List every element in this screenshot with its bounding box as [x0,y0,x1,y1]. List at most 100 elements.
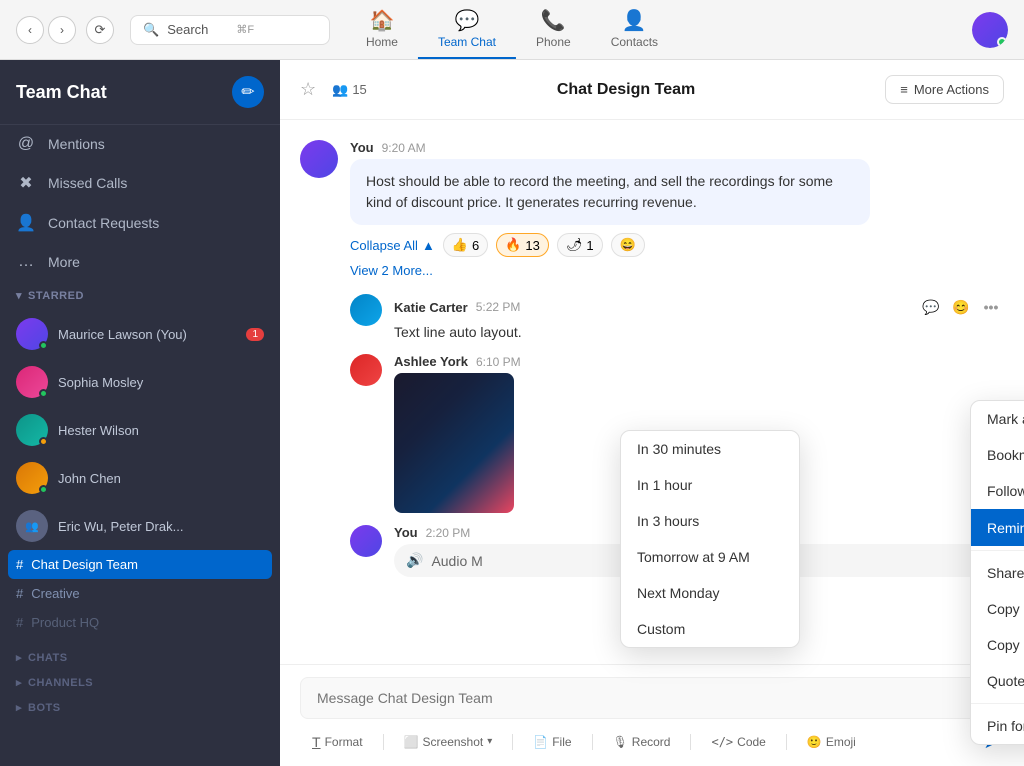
sidebar-item-product-hq[interactable]: # Product HQ [0,608,280,637]
tab-contacts[interactable]: 👤 Contacts [591,0,678,59]
reaction-thumbsup[interactable]: 👍 6 [443,233,488,257]
missed-calls-label: Missed Calls [48,175,127,191]
record-button[interactable]: 🎙 Record [605,731,679,753]
screenshot-button[interactable]: ⬜ Screenshot ▾ [396,731,501,753]
format-label: Format [325,735,363,749]
sidebar-item-hester[interactable]: Hester Wilson [0,406,280,454]
file-button[interactable]: 📄 File [525,731,579,753]
reply-button-katie[interactable]: 💬 [918,294,944,320]
star-button[interactable]: ☆ [300,79,316,100]
format-button[interactable]: T Format [304,730,371,754]
message-row-audio: You 2:20 PM 🔊 Audio M [350,525,1004,577]
contact-requests-label: Contact Requests [48,215,159,231]
tab-home-label: Home [366,35,398,49]
image-preview-ashlee[interactable] [394,373,514,513]
chat-area: ☆ 👥 15 Chat Design Team ≡ More Actions Y… [280,60,1024,766]
message-content-1: You 9:20 AM Host should be able to recor… [350,140,1004,278]
emoji-button-katie[interactable]: 😊 [948,294,974,320]
starred-arrow: ▾ [16,289,22,302]
reaction-pepper[interactable]: 🌶 1 [557,233,603,257]
contact-name-sophia: Sophia Mosley [58,375,143,390]
reactions-row: Collapse All ▲ 👍 6 🔥 13 🌶 [350,233,1004,257]
channels-section[interactable]: ▸ CHANNELS [0,670,280,695]
avatar-eric: 👥 [16,510,48,542]
channels-label: CHANNELS [28,677,93,689]
message-row-ashlee: Ashlee York 6:10 PM [350,354,1004,513]
reaction-pepper-count: 1 [586,238,593,253]
file-icon: 📄 [533,735,548,749]
view-more-button[interactable]: View 2 More... [350,263,1004,278]
tab-home[interactable]: 🏠 Home [346,0,418,59]
screenshot-icon: ⬜ [404,735,419,749]
message-avatar-you [300,140,338,178]
sidebar-item-creative[interactable]: # Creative [0,579,280,608]
toolbar-divider-1 [383,734,384,750]
avatar-sophia [16,366,48,398]
sidebar-item-maurice[interactable]: Maurice Lawson (You) 1 [0,310,280,358]
sidebar-item-sophia[interactable]: Sophia Mosley [0,358,280,406]
message-time-audio: 2:20 PM [426,526,471,540]
contact-name-john: John Chen [58,471,121,486]
toolbar-divider-4 [690,734,691,750]
nav-arrows: ‹ › [16,16,76,44]
toolbar-divider-3 [592,734,593,750]
message-content-katie: Katie Carter 5:22 PM 💬 😊 ••• Text line a… [394,294,1004,342]
message-time-ashlee: 6:10 PM [476,355,521,369]
tab-phone[interactable]: 📞 Phone [516,0,591,59]
code-button[interactable]: </> Code [703,731,773,753]
reaction-thumbsup-emoji: 👍 [452,237,468,253]
avatar-online-dot [997,37,1007,47]
message-input[interactable] [300,677,1004,719]
avatar[interactable] [972,12,1008,48]
send-button[interactable]: ➤ [983,729,1000,754]
chats-section[interactable]: ▸ CHATS [0,645,280,670]
sidebar-item-chat-design-team[interactable]: # Chat Design Team [8,550,272,579]
sidebar-item-more[interactable]: … More [0,243,280,281]
sidebar-item-contact-requests[interactable]: 👤 Contact Requests [0,203,280,243]
message-meta-1: You 9:20 AM [350,140,1004,155]
reaction-smile-add[interactable]: 😄 [611,233,645,257]
contact-name-maurice: Maurice Lawson (You) [58,327,187,342]
back-button[interactable]: ‹ [16,16,44,44]
tab-team-chat[interactable]: 💬 Team Chat [418,0,516,59]
chat-input-area: T Format ⬜ Screenshot ▾ 📄 File 🎙 Reco [280,664,1024,766]
collapse-all-button[interactable]: Collapse All ▲ [350,238,435,253]
channels-arrow: ▸ [16,676,22,689]
avatar-maurice [16,318,48,350]
reaction-fire[interactable]: 🔥 13 [496,233,549,257]
more-actions-button[interactable]: ≡ More Actions [885,75,1004,104]
avatar-hester [16,414,48,446]
audio-message[interactable]: 🔊 Audio M [394,544,1004,577]
starred-section-header[interactable]: ▾ STARRED [0,281,280,310]
forward-button[interactable]: › [48,16,76,44]
message-content-ashlee: Ashlee York 6:10 PM [394,354,1004,513]
top-nav: ‹ › ⟳ 🔍 Search ⌘F 🏠 Home 💬 Team Chat 📞 P… [0,0,1024,60]
starred-label: STARRED [28,290,84,302]
image-placeholder [394,373,514,513]
missed-calls-icon: ✖ [16,173,36,193]
collapse-arrow: ▲ [422,238,435,253]
bots-section[interactable]: ▸ BOTS [0,695,280,720]
audio-label: Audio M [431,553,482,569]
history-button[interactable]: ⟳ [86,16,114,44]
emoji-icon: 🙂 [807,735,822,749]
emoji-button[interactable]: 🙂 Emoji [799,731,864,753]
search-label: Search [167,22,208,37]
compose-button[interactable]: ✏ [232,76,264,108]
sidebar-item-eric[interactable]: 👥 Eric Wu, Peter Drak... [0,502,280,550]
sidebar-item-mentions[interactable]: @ Mentions [0,125,280,163]
message-meta-ashlee: Ashlee York 6:10 PM [394,354,1004,369]
more-actions-label: More Actions [914,82,989,97]
reaction-thumbsup-count: 6 [472,238,479,253]
reaction-pepper-emoji: 🌶 [566,237,583,253]
channel-chat-design-team: Chat Design Team [31,557,138,572]
channel-product-hq: Product HQ [31,615,99,630]
sidebar-header: Team Chat ✏ [0,60,280,125]
search-bar[interactable]: 🔍 Search ⌘F [130,15,330,45]
sidebar-item-john[interactable]: John Chen [0,454,280,502]
file-label: File [552,735,571,749]
status-dot-hester [39,437,48,446]
collapse-all-label: Collapse All [350,238,418,253]
more-button-katie[interactable]: ••• [978,294,1004,320]
sidebar-item-missed-calls[interactable]: ✖ Missed Calls [0,163,280,203]
